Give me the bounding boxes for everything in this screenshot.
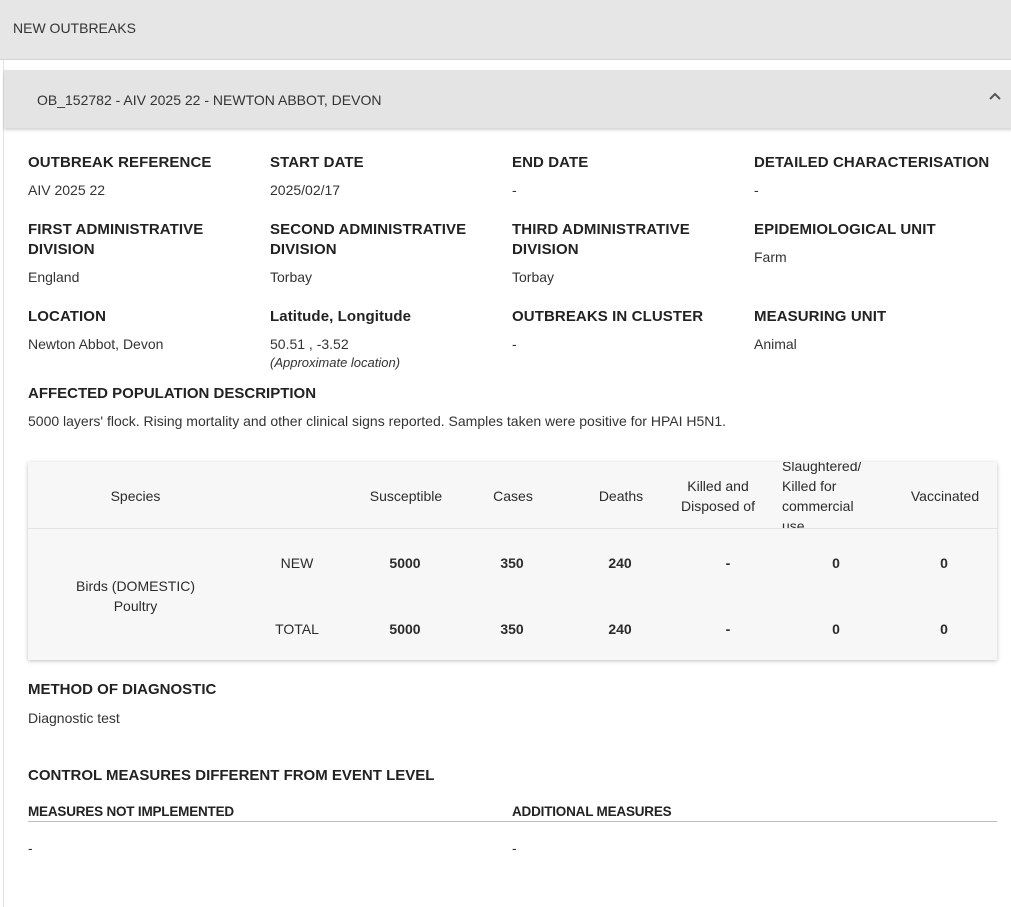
- cell-deaths: 240: [608, 621, 632, 637]
- field-value: Animal: [754, 336, 797, 352]
- cell-cases: 350: [500, 621, 524, 637]
- cell-deaths: 240: [608, 555, 632, 571]
- field-first-admin-division: FIRST ADMINISTRATIVE DIVISION England: [28, 220, 228, 287]
- control-measures-label: CONTROL MEASURES DIFFERENT FROM EVENT LE…: [28, 767, 435, 784]
- field-outbreaks-in-cluster: OUTBREAKS IN CLUSTER -: [512, 307, 747, 354]
- col-header-cases: Cases: [493, 488, 533, 504]
- cell-susceptible: 5000: [389, 621, 421, 637]
- row-type-new: NEW: [280, 555, 314, 571]
- field-value: Newton Abbot, Devon: [28, 336, 164, 352]
- cell-killed-disposed: -: [725, 621, 731, 637]
- field-label: MEASURING UNIT: [754, 308, 887, 325]
- approximate-location-note: (Approximate location): [270, 355, 401, 370]
- affected-population-label: AFFECTED POPULATION DESCRIPTION: [28, 385, 317, 402]
- field-epidemiological-unit: EPIDEMIOLOGICAL UNIT Farm: [754, 220, 1004, 267]
- field-start-date: START DATE 2025/02/17: [270, 153, 505, 200]
- field-label: EPIDEMIOLOGICAL UNIT: [754, 221, 936, 238]
- field-value: 2025/02/17: [270, 182, 341, 198]
- field-value: -: [754, 182, 759, 198]
- cell-susceptible: 5000: [389, 555, 421, 571]
- cell-slaughtered: 0: [832, 555, 840, 571]
- species-cell: Birds (DOMESTIC) Poultry: [76, 578, 195, 614]
- field-label: OUTBREAK REFERENCE: [28, 154, 212, 171]
- measures-not-implemented-label: MEASURES NOT IMPLEMENTED: [28, 804, 234, 819]
- cell-vaccinated: 0: [940, 555, 948, 571]
- outbreak-panel-header[interactable]: OB_152782 - AIV 2025 22 - NEWTON ABBOT, …: [4, 70, 1011, 128]
- field-value: -: [512, 336, 517, 352]
- measures-not-implemented-value: -: [28, 840, 33, 856]
- field-value: Torbay: [270, 269, 313, 285]
- additional-measures-label: ADDITIONAL MEASURES: [512, 804, 672, 819]
- cell-vaccinated: 0: [940, 621, 948, 637]
- field-label: Latitude, Longitude: [270, 308, 412, 325]
- new-outbreaks-bar[interactable]: NEW OUTBREAKS: [0, 0, 1011, 60]
- method-diagnostic-label: METHOD OF DIAGNOSTIC: [28, 681, 217, 698]
- cell-slaughtered: 0: [832, 621, 840, 637]
- row-type-total: TOTAL: [275, 621, 319, 637]
- field-value: -: [512, 182, 517, 198]
- section-title: NEW OUTBREAKS: [13, 20, 136, 36]
- field-detailed-characterisation: DETAILED CHARACTERISATION -: [754, 153, 1004, 200]
- field-third-admin-division: THIRD ADMINISTRATIVE DIVISION Torbay: [512, 220, 712, 287]
- field-end-date: END DATE -: [512, 153, 747, 200]
- field-location: LOCATION Newton Abbot, Devon: [28, 307, 263, 354]
- method-diagnostic-value: Diagnostic test: [28, 710, 120, 726]
- field-label: THIRD ADMINISTRATIVE DIVISION: [512, 221, 690, 258]
- field-value: England: [28, 269, 80, 285]
- field-label: LOCATION: [28, 308, 107, 325]
- field-second-admin-division: SECOND ADMINISTRATIVE DIVISION Torbay: [270, 220, 480, 287]
- measures-divider: [28, 821, 997, 822]
- field-label: DETAILED CHARACTERISATION: [754, 154, 990, 171]
- col-header-species: Species: [110, 488, 161, 504]
- header-divider: [28, 528, 997, 529]
- field-label: END DATE: [512, 154, 589, 171]
- field-value: Farm: [754, 249, 787, 265]
- col-header-killed-disposed: Killed and Disposed of: [681, 478, 755, 514]
- field-lat-long: Latitude, Longitude 50.51 , -3.52 (Appro…: [270, 307, 505, 372]
- col-header-deaths: Deaths: [598, 488, 644, 504]
- outbreak-title: OB_152782 - AIV 2025 22 - NEWTON ABBOT, …: [37, 92, 382, 108]
- field-value: 50.51 , -3.52: [270, 336, 349, 352]
- field-value: Torbay: [512, 269, 555, 285]
- additional-measures-value: -: [512, 840, 517, 856]
- col-header-slaughtered: Slaughtered/ Killed for commercial use: [782, 462, 862, 528]
- field-label: FIRST ADMINISTRATIVE DIVISION: [28, 221, 204, 258]
- field-label: SECOND ADMINISTRATIVE DIVISION: [270, 221, 467, 258]
- cell-cases: 350: [500, 555, 524, 571]
- field-outbreak-reference: OUTBREAK REFERENCE AIV 2025 22: [28, 153, 263, 200]
- field-label: OUTBREAKS IN CLUSTER: [512, 308, 704, 325]
- field-value: AIV 2025 22: [28, 182, 106, 198]
- field-label: START DATE: [270, 154, 364, 171]
- col-header-vaccinated: Vaccinated: [910, 488, 980, 504]
- affected-population-value: 5000 layers' flock. Rising mortality and…: [28, 413, 727, 429]
- cell-killed-disposed: -: [725, 555, 731, 571]
- col-header-susceptible: Susceptible: [369, 488, 443, 504]
- field-measuring-unit: MEASURING UNIT Animal: [754, 307, 1004, 354]
- population-table: Species Susceptible Cases Deaths Killed …: [28, 462, 997, 660]
- outbreak-panel: OB_152782 - AIV 2025 22 - NEWTON ABBOT, …: [3, 60, 1011, 907]
- chevron-up-icon[interactable]: [988, 90, 1002, 104]
